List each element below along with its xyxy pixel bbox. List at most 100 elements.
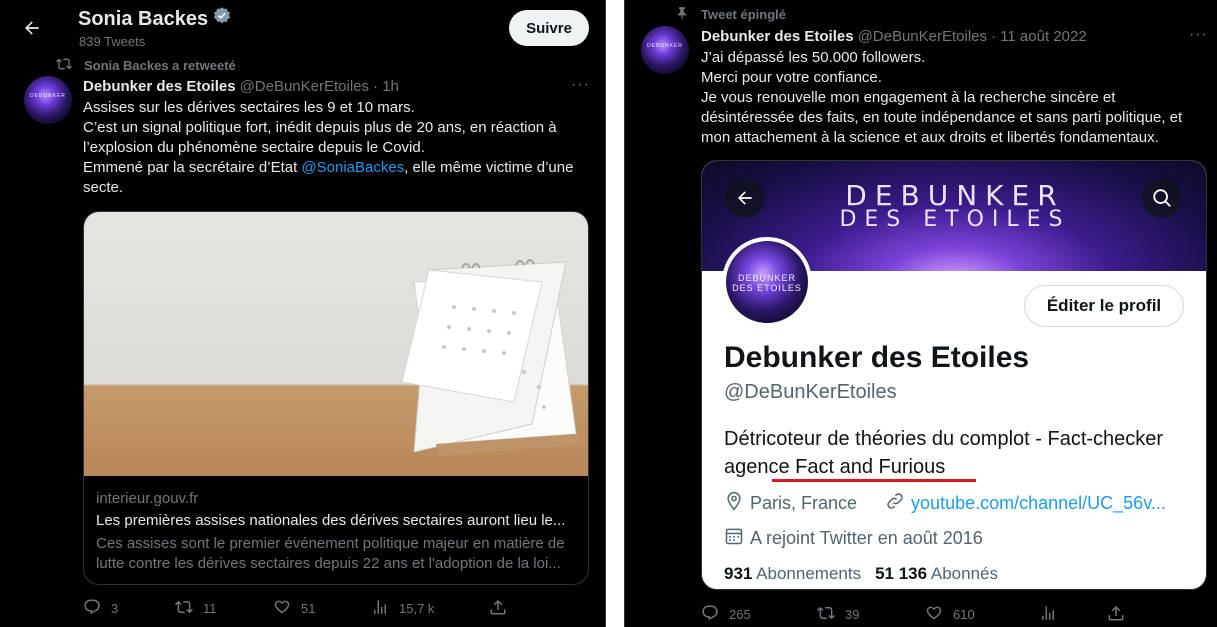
following-count: 931 xyxy=(724,564,753,583)
tweet-author-handle[interactable]: @DeBunKerEtoiles xyxy=(858,28,987,45)
profile-joined-date: A rejoint Twitter en août 2016 xyxy=(750,528,983,548)
tweet-line: Emmené par la secrétaire d’Etat @SoniaBa… xyxy=(83,158,593,178)
followers-count: 51 136 xyxy=(875,564,928,583)
tweet-body: Assises sur les dérives sectaires les 9 … xyxy=(83,98,593,198)
tweet-text-segment: Emmené par la secrétaire d’Etat xyxy=(83,159,302,176)
profile-avatar: DEBUNKER DES ETOILES xyxy=(722,237,812,327)
tweet-actions: 265 39 610 xyxy=(701,604,1211,624)
location-pin-icon xyxy=(724,491,744,516)
tweet-line: désintéressée des faits, en toute indépe… xyxy=(701,109,1183,126)
calendar-icon xyxy=(724,526,744,551)
tweet-header: Debunker des Etoiles @DeBunKerEtoiles · … xyxy=(83,78,399,95)
profile-meta-row: Paris, France youtube.com/channel/UC_56v… xyxy=(724,491,1166,516)
reply-icon xyxy=(83,598,101,619)
bio-line: Détricoteur de théories du complot - Fac… xyxy=(724,428,1164,450)
right-timeline-panel: Tweet épinglé DEBUNKER Debunker des Etoi… xyxy=(624,0,1217,627)
tweet-line: l’explosion du phénomène sectaire depuis… xyxy=(83,139,425,156)
screenshot-divider xyxy=(606,0,624,627)
profile-joined-row: A rejoint Twitter en août 2016 xyxy=(724,526,983,551)
tweet-author-name[interactable]: Debunker des Etoiles xyxy=(701,28,854,45)
retweet-count: 11 xyxy=(203,600,217,616)
tweet-line: J’ai dépassé les 50.000 followers. xyxy=(701,49,926,66)
tweet-count: 839 Tweets xyxy=(79,34,146,49)
verified-badge-icon xyxy=(212,6,232,32)
profile-header: Sonia Backes 839 Tweets Suivre xyxy=(0,0,605,54)
profile-website-link: youtube.com/channel/UC_56v... xyxy=(911,493,1166,513)
like-button[interactable]: 610 xyxy=(925,604,975,625)
retweet-label: Sonia Backes a retweeté xyxy=(84,58,236,73)
calendar-photo xyxy=(84,212,588,476)
profile-bio: Détricoteur de théories du complot - Fac… xyxy=(724,425,1194,481)
retweet-button[interactable]: 11 xyxy=(175,598,217,619)
profile-screenshot-image[interactable]: DEBUNKER DES ETOILES DEBUNKER DES ETOILE… xyxy=(701,160,1207,590)
retweet-button[interactable]: 39 xyxy=(817,604,859,625)
tweet-line: secte. xyxy=(83,179,124,196)
followers-stat: 51 136 Abonnés xyxy=(875,564,998,584)
link-card[interactable]: interieur.gouv.fr Les premières assises … xyxy=(83,211,589,585)
retweet-icon xyxy=(56,56,72,75)
profile-handle: @DeBunKerEtoiles xyxy=(724,381,897,403)
tweet-line: Assises sur les dérives sectaires les 9 … xyxy=(83,99,415,116)
retweet-indicator: Sonia Backes a retweeté xyxy=(56,56,236,75)
pinned-indicator: Tweet épinglé xyxy=(675,6,786,23)
link-icon xyxy=(885,491,905,516)
more-options-icon[interactable]: ··· xyxy=(1189,26,1208,44)
tweet-line: mon attachement à la science et aux droi… xyxy=(701,129,1159,146)
card-description: Ces assises sont le premier événement po… xyxy=(96,535,565,572)
views-chart-icon xyxy=(1039,604,1057,625)
back-arrow-icon xyxy=(725,178,765,218)
reply-button[interactable]: 3 xyxy=(83,598,118,619)
red-underline-annotation xyxy=(772,479,976,482)
banner-subtitle: DES ETOILES xyxy=(839,207,1071,232)
tweet-text-segment: , elle même victime d’une xyxy=(404,159,574,176)
profile-location: Paris, France xyxy=(750,493,858,513)
profile-display-name: Debunker des Etoiles xyxy=(724,341,1030,374)
edit-profile-button: Éditer le profil xyxy=(1024,285,1184,327)
heart-icon xyxy=(273,598,291,619)
share-icon xyxy=(489,598,507,619)
profile-name-text: Sonia Backes xyxy=(78,7,209,30)
back-arrow-icon[interactable] xyxy=(18,14,46,42)
tweet-author-avatar[interactable]: DEBUNKER xyxy=(641,26,689,74)
like-count: 610 xyxy=(953,606,975,622)
share-button[interactable] xyxy=(1107,604,1125,625)
tweet-time[interactable]: · 1h xyxy=(373,78,399,95)
follow-button[interactable]: Suivre xyxy=(509,10,589,46)
reply-count: 265 xyxy=(729,606,751,622)
reply-button[interactable]: 265 xyxy=(701,604,751,625)
retweet-icon xyxy=(175,598,193,619)
retweet-icon xyxy=(817,604,835,625)
share-button[interactable] xyxy=(489,598,507,619)
following-stat: 931 Abonnements xyxy=(724,564,861,584)
bio-line: agence Fact and Furious xyxy=(724,456,946,478)
tweet-header: Debunker des Etoiles @DeBunKerEtoiles · … xyxy=(701,28,1087,45)
like-button[interactable]: 51 xyxy=(273,598,315,619)
tweet-author-handle[interactable]: @DeBunKerEtoiles xyxy=(240,78,369,95)
reply-icon xyxy=(701,604,719,625)
views-count: 15,7 k xyxy=(399,600,435,616)
views-chart-icon xyxy=(371,598,389,619)
views-button[interactable]: 15,7 k xyxy=(371,598,434,619)
like-count: 51 xyxy=(301,600,316,616)
avatar-logo-text: DEBUNKER DES ETOILES xyxy=(732,273,802,293)
tweet-time[interactable]: · 11 août 2022 xyxy=(991,28,1087,45)
views-button[interactable] xyxy=(1039,604,1057,625)
tweet-line: Je vous renouvelle mon engagement à la r… xyxy=(701,89,1116,106)
following-label: Abonnements xyxy=(756,564,862,583)
followers-label: Abonnés xyxy=(930,564,998,583)
retweet-count: 39 xyxy=(845,606,860,622)
profile-name: Sonia Backes xyxy=(78,6,232,32)
pinned-label: Tweet épinglé xyxy=(701,7,786,22)
tweet-author-avatar[interactable]: DEBUNKER xyxy=(24,76,72,124)
card-domain: interieur.gouv.fr xyxy=(96,490,199,507)
more-options-icon[interactable]: ··· xyxy=(571,76,590,94)
left-timeline-panel: Sonia Backes 839 Tweets Suivre Sonia Bac… xyxy=(0,0,606,627)
tweet-author-name[interactable]: Debunker des Etoiles xyxy=(83,78,236,95)
tweet-line: C’est un signal politique fort, inédit d… xyxy=(83,119,557,136)
mention-link[interactable]: @SoniaBackes xyxy=(301,159,404,176)
pin-icon xyxy=(675,6,689,23)
search-icon xyxy=(1142,178,1182,218)
reply-count: 3 xyxy=(111,600,119,616)
profile-stats: 931 Abonnements 51 136 Abonnés xyxy=(724,564,998,584)
tweet-actions: 3 11 51 15,7 k xyxy=(83,598,593,618)
